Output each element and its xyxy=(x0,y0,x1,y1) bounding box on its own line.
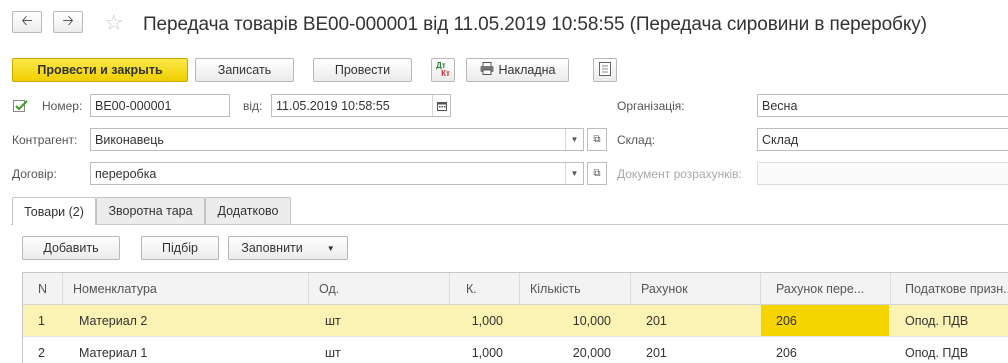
posted-status-icon xyxy=(13,99,29,116)
table-row[interactable]: 1 Материал 2 шт 1,000 10,000 201 206 Опо… xyxy=(23,305,1008,337)
contract-value: переробка xyxy=(95,167,157,181)
open-contract-button[interactable]: ⧉ xyxy=(587,162,607,185)
date-value: 11.05.2019 10:58:55 xyxy=(276,99,390,113)
column-header[interactable]: Кількість xyxy=(520,273,631,304)
account-cell[interactable]: 201 xyxy=(631,337,761,363)
contract-label: Договір: xyxy=(12,167,57,181)
coefficient-cell[interactable]: 1,000 xyxy=(450,337,503,363)
account-cell[interactable]: 201 xyxy=(631,305,761,336)
page-title: Передача товарів ВЕ00-000001 від 11.05.2… xyxy=(143,14,927,35)
star-icon[interactable]: ☆ xyxy=(104,12,124,34)
row-number: 1 xyxy=(38,313,45,328)
date-field[interactable]: 11.05.2019 10:58:55 xyxy=(271,94,451,117)
post-button[interactable]: Провести xyxy=(313,58,412,82)
column-header[interactable]: Рахунок пере... xyxy=(761,273,891,304)
settlement-document-label: Документ розрахунків: xyxy=(617,167,742,181)
dt-kt-button[interactable]: Дт Кт xyxy=(431,58,455,82)
settlement-document-field xyxy=(757,162,1008,185)
select-button[interactable]: Підбір xyxy=(141,236,219,260)
contractor-field[interactable]: Виконавець ▼ xyxy=(90,128,584,151)
tab-goods[interactable]: Товари (2) xyxy=(12,197,96,225)
nomenclature-cell[interactable]: Материал 2 xyxy=(63,305,309,336)
chevron-down-icon[interactable]: ▼ xyxy=(565,163,583,184)
column-header[interactable]: Номенклатура xyxy=(63,273,309,304)
contractor-value: Виконавець xyxy=(95,133,164,147)
fill-button[interactable]: Заповнити ▼ xyxy=(228,236,348,260)
quantity-cell[interactable]: 20,000 xyxy=(520,337,611,363)
table-row[interactable]: 2 Материал 1 шт 1,000 20,000 201 206 Опо… xyxy=(23,337,1008,363)
open-contractor-button[interactable]: ⧉ xyxy=(587,128,607,151)
organization-field[interactable]: Весна xyxy=(757,94,1008,117)
back-button[interactable]: 🡠 xyxy=(12,11,42,33)
date-label: від: xyxy=(243,99,263,113)
unit-cell[interactable]: шт xyxy=(309,305,450,336)
fill-label: Заповнити xyxy=(241,241,303,255)
row-number: 2 xyxy=(38,345,45,360)
document-icon xyxy=(599,61,611,79)
dt-kt-icon: Дт Кт xyxy=(436,61,450,78)
column-header[interactable]: N xyxy=(23,273,63,304)
table-header-row: N Номенклатура Од. К. Кількість Рахунок … xyxy=(23,273,1008,305)
open-icon: ⧉ xyxy=(593,134,601,145)
nomenclature-cell[interactable]: Материал 1 xyxy=(63,337,309,363)
tax-purpose-cell[interactable]: Опод. ПДВ xyxy=(891,305,1008,336)
organization-label: Організація: xyxy=(617,99,685,113)
tab-returnable-containers[interactable]: Зворотна тара xyxy=(96,197,205,224)
contract-field[interactable]: переробка ▼ xyxy=(90,162,584,185)
arrow-right-icon: 🡢 xyxy=(62,12,74,28)
invoice-label: Накладна xyxy=(498,63,556,77)
printer-icon xyxy=(480,62,494,78)
arrow-left-icon: 🡠 xyxy=(21,12,33,28)
contractor-label: Контрагент: xyxy=(12,133,78,147)
warehouse-field[interactable]: Склад xyxy=(757,128,1008,151)
forward-button[interactable]: 🡢 xyxy=(53,11,83,33)
column-header[interactable]: Податкове призн... xyxy=(891,273,1008,304)
transfer-account-cell[interactable]: 206 xyxy=(761,337,891,363)
unit-cell[interactable]: шт xyxy=(309,337,450,363)
column-header[interactable]: К. xyxy=(450,273,520,304)
quantity-cell[interactable]: 10,000 xyxy=(520,305,611,336)
invoice-button[interactable]: Накладна xyxy=(466,58,569,82)
coefficient-cell[interactable]: 1,000 xyxy=(450,305,503,336)
tab-additional[interactable]: Додатково xyxy=(205,197,291,224)
number-field[interactable]: ВЕ00-000001 xyxy=(90,94,230,117)
open-icon: ⧉ xyxy=(593,168,601,179)
add-row-button[interactable]: Добавить xyxy=(22,236,120,260)
column-header[interactable]: Од. xyxy=(309,273,450,304)
column-header[interactable]: Рахунок xyxy=(631,273,761,304)
number-label: Номер: xyxy=(42,99,83,113)
chevron-down-icon[interactable]: ▼ xyxy=(565,129,583,150)
report-button[interactable] xyxy=(593,58,617,82)
transfer-account-cell[interactable]: 206 xyxy=(761,305,889,336)
tab-divider xyxy=(11,224,1008,225)
save-button[interactable]: Записать xyxy=(195,58,294,82)
goods-table[interactable]: N Номенклатура Од. К. Кількість Рахунок … xyxy=(22,272,1008,363)
warehouse-label: Склад: xyxy=(617,133,656,147)
calendar-icon[interactable] xyxy=(432,95,450,116)
post-and-close-button[interactable]: Провести и закрыть xyxy=(12,58,188,82)
chevron-down-icon: ▼ xyxy=(326,243,335,253)
tax-purpose-cell[interactable]: Опод. ПДВ xyxy=(891,337,1008,363)
